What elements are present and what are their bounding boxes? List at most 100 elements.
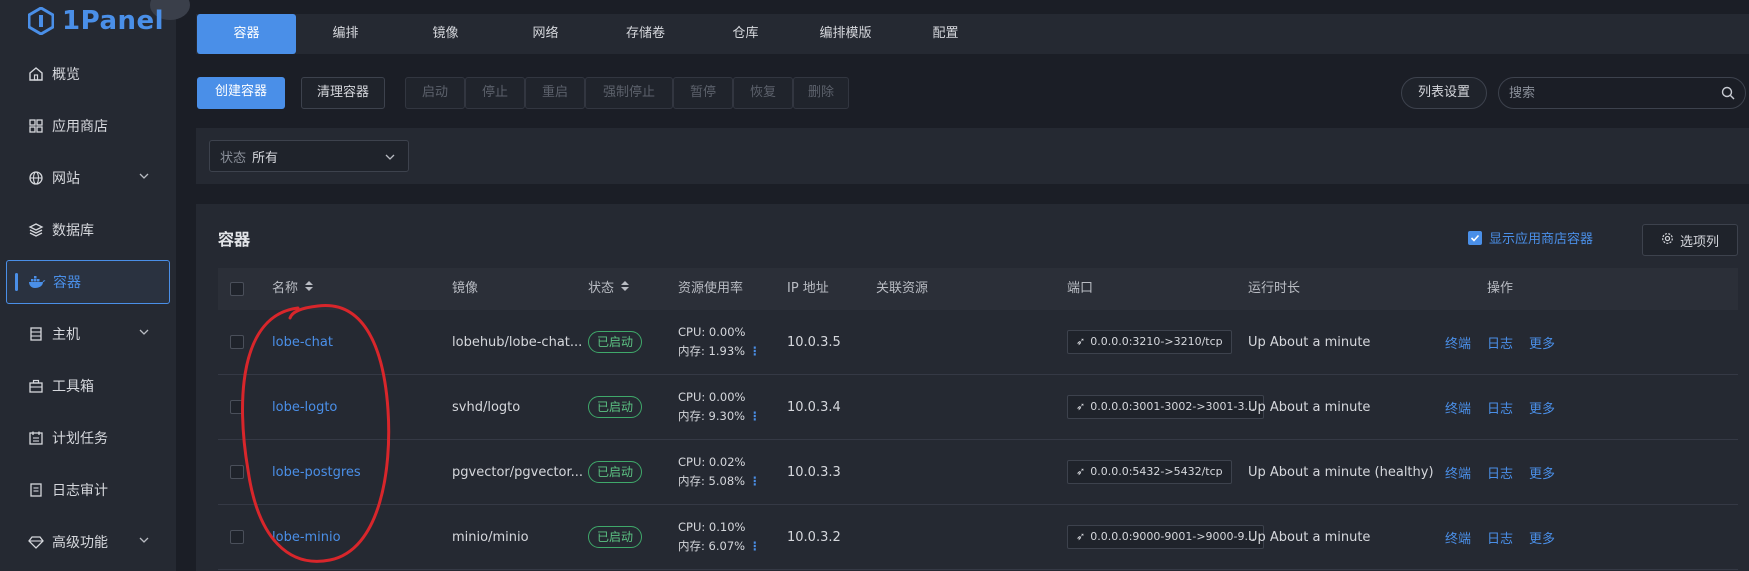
- tab-compose-templates[interactable]: 编排模版: [796, 14, 895, 54]
- header-ops: 操作: [1487, 281, 1514, 296]
- search-input[interactable]: [1499, 78, 1699, 108]
- chevron-down-icon: [384, 151, 396, 167]
- send-icon: ➶: [1076, 465, 1086, 478]
- sidebar-item-cron[interactable]: 计划任务: [6, 416, 170, 460]
- port-text: 0.0.0.0:3210->3210/tcp: [1090, 335, 1223, 348]
- mem-usage: 内存: 1.93%: [678, 344, 746, 358]
- chevron-down-icon: [138, 326, 150, 342]
- pause-button[interactable]: 暂停: [673, 77, 733, 109]
- container-uptime: Up About a minute: [1248, 334, 1371, 350]
- containers-table: 名称 镜像 状态 资源使用率 IP 地址 关联资源 端口 运行时长 操作 lob…: [218, 268, 1738, 570]
- header-usage: 资源使用率: [678, 281, 744, 296]
- port-tag[interactable]: ➶ 0.0.0.0:5432->5432/tcp: [1067, 460, 1232, 484]
- app-logo[interactable]: 1Panel: [28, 6, 164, 36]
- logs-link[interactable]: 日志: [1487, 333, 1513, 352]
- port-tag[interactable]: ➶ 0.0.0.0:3001-3002->3001-3...: [1067, 395, 1265, 419]
- row-checkbox[interactable]: [230, 310, 244, 374]
- mem-usage: 内存: 5.08%: [678, 474, 746, 488]
- restart-button[interactable]: 重启: [525, 77, 585, 109]
- globe-icon: [26, 168, 46, 188]
- status-filter-value: 所有: [252, 150, 279, 166]
- header-status-label: 状态: [588, 281, 615, 296]
- tab-images[interactable]: 镜像: [396, 14, 495, 54]
- terminal-link[interactable]: 终端: [1445, 463, 1471, 482]
- logs-link[interactable]: 日志: [1487, 398, 1513, 417]
- resume-button[interactable]: 恢复: [733, 77, 793, 109]
- usage-more-icon[interactable]: ⋮: [749, 539, 761, 553]
- usage-more-icon[interactable]: ⋮: [749, 344, 761, 358]
- logs-link[interactable]: 日志: [1487, 528, 1513, 547]
- container-name-link[interactable]: lobe-minio: [272, 505, 341, 569]
- create-container-button[interactable]: 创建容器: [197, 77, 285, 109]
- clean-containers-button[interactable]: 清理容器: [301, 77, 385, 109]
- header-status[interactable]: 状态: [588, 268, 630, 310]
- select-all-checkbox[interactable]: [230, 268, 244, 310]
- sort-icon[interactable]: [620, 268, 630, 310]
- tab-repositories[interactable]: 仓库: [696, 14, 795, 54]
- row-checkbox[interactable]: [230, 440, 244, 504]
- row-actions: 终端 日志 更多: [1445, 310, 1571, 374]
- usage-more-icon[interactable]: ⋮: [749, 409, 761, 423]
- more-link[interactable]: 更多: [1529, 333, 1555, 352]
- logs-link[interactable]: 日志: [1487, 463, 1513, 482]
- port-tag[interactable]: ➶ 0.0.0.0:9000-9001->9000-9...: [1067, 525, 1265, 549]
- list-settings-button[interactable]: 列表设置: [1401, 77, 1487, 109]
- stop-button[interactable]: 停止: [465, 77, 525, 109]
- sort-icon[interactable]: [304, 268, 314, 310]
- start-button[interactable]: 启动: [405, 77, 465, 109]
- grid-icon: [26, 116, 46, 136]
- header-ports: 端口: [1067, 281, 1094, 296]
- checkbox-checked-icon[interactable]: [1468, 230, 1482, 245]
- status-filter-select[interactable]: 状态 所有: [209, 140, 409, 172]
- tab-containers[interactable]: 容器: [197, 14, 296, 54]
- container-ip: 10.0.3.4: [787, 399, 841, 415]
- server-icon: [26, 324, 46, 344]
- container-name-link[interactable]: lobe-chat: [272, 310, 333, 374]
- tab-compose[interactable]: 编排: [296, 14, 395, 54]
- column-options-button[interactable]: 选项列: [1642, 224, 1738, 256]
- sidebar: 1Panel 概览 应用商店 网站 数据库 容器 主机 工具箱 计划任务 日志审…: [0, 0, 190, 571]
- sidebar-item-database[interactable]: 数据库: [6, 208, 170, 252]
- row-checkbox[interactable]: [230, 505, 244, 569]
- container-name-link[interactable]: lobe-postgres: [272, 440, 361, 504]
- more-link[interactable]: 更多: [1529, 398, 1555, 417]
- calendar-icon: [26, 428, 46, 448]
- table-row: lobe-chat lobehub/lobe-chat... 已启动 CPU: …: [218, 310, 1738, 375]
- gear-icon: [1661, 232, 1674, 249]
- sidebar-item-overview[interactable]: 概览: [6, 52, 170, 96]
- row-checkbox[interactable]: [230, 375, 244, 439]
- sidebar-item-toolbox[interactable]: 工具箱: [6, 364, 170, 408]
- sidebar-item-label: 网站: [52, 171, 80, 187]
- cpu-usage: CPU: 0.00%: [678, 325, 746, 339]
- container-name-link[interactable]: lobe-logto: [272, 375, 337, 439]
- header-name[interactable]: 名称: [272, 268, 314, 310]
- container-image: svhd/logto: [452, 399, 521, 415]
- delete-button[interactable]: 删除: [793, 77, 849, 109]
- more-link[interactable]: 更多: [1529, 528, 1555, 547]
- terminal-link[interactable]: 终端: [1445, 333, 1471, 352]
- terminal-link[interactable]: 终端: [1445, 528, 1471, 547]
- usage-more-icon[interactable]: ⋮: [749, 474, 761, 488]
- sidebar-item-website[interactable]: 网站: [6, 156, 170, 200]
- tab-volumes[interactable]: 存储卷: [596, 14, 695, 54]
- terminal-link[interactable]: 终端: [1445, 398, 1471, 417]
- sidebar-item-app-store[interactable]: 应用商店: [6, 104, 170, 148]
- show-store-containers-toggle[interactable]: 显示应用商店容器: [1468, 228, 1593, 247]
- sidebar-item-label: 主机: [52, 327, 80, 343]
- port-tag[interactable]: ➶ 0.0.0.0:3210->3210/tcp: [1067, 330, 1232, 354]
- containers-panel: 容器 显示应用商店容器 选项列 名称 镜像 状态 资源使用率 IP 地址 关联资…: [196, 204, 1749, 571]
- docker-icon: [27, 272, 47, 292]
- sidebar-item-host[interactable]: 主机: [6, 312, 170, 356]
- more-link[interactable]: 更多: [1529, 463, 1555, 482]
- sidebar-item-label: 概览: [52, 67, 80, 83]
- sidebar-item-label: 数据库: [52, 223, 94, 239]
- header-image: 镜像: [452, 281, 479, 296]
- search-icon[interactable]: [1721, 86, 1735, 104]
- tab-settings[interactable]: 配置: [896, 14, 995, 54]
- kill-button[interactable]: 强制停止: [585, 77, 673, 109]
- sidebar-item-log-audit[interactable]: 日志审计: [6, 468, 170, 512]
- sidebar-item-container[interactable]: 容器: [6, 260, 170, 304]
- sidebar-item-advanced[interactable]: 高级功能: [6, 520, 170, 564]
- status-badge: 已启动: [588, 526, 643, 548]
- tab-networks[interactable]: 网络: [496, 14, 595, 54]
